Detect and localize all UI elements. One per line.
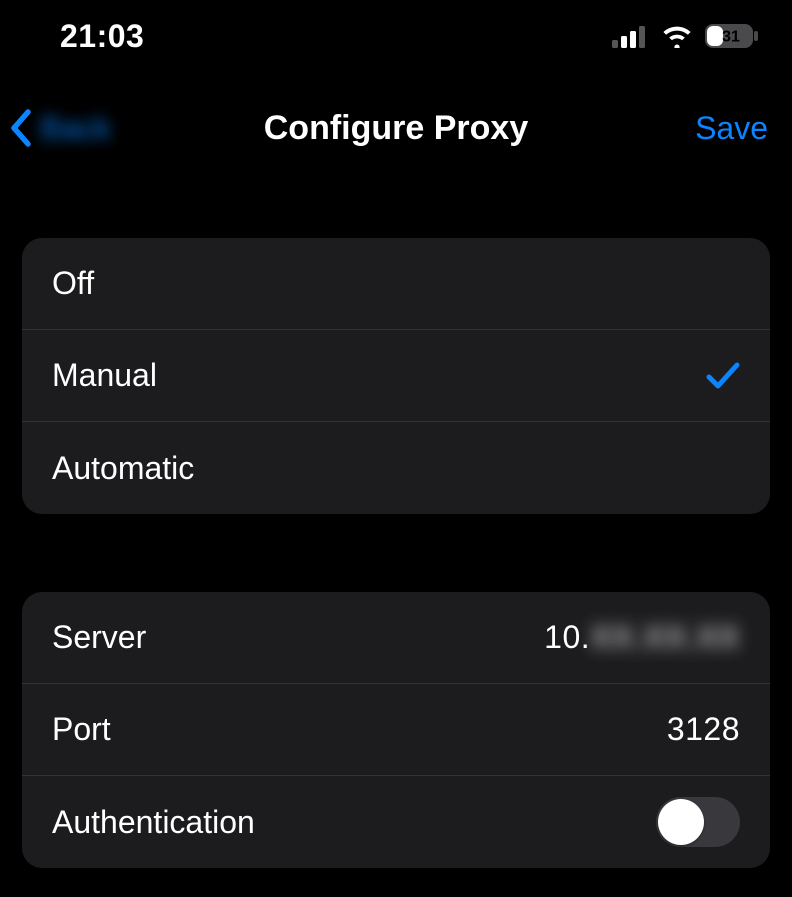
proxy-mode-label: Manual: [52, 357, 157, 394]
cellular-icon: [612, 24, 650, 48]
proxy-mode-label: Automatic: [52, 450, 194, 487]
status-right: 31: [612, 23, 760, 49]
port-row[interactable]: Port 3128: [22, 684, 770, 776]
wifi-icon: [660, 24, 694, 48]
back-label: Back: [40, 110, 111, 147]
proxy-mode-automatic[interactable]: Automatic: [22, 422, 770, 514]
proxy-mode-label: Off: [52, 265, 94, 302]
battery-icon: 31: [704, 23, 760, 49]
server-value: 10.XX.XX.XX: [544, 619, 740, 656]
authentication-toggle[interactable]: [656, 797, 740, 847]
authentication-label: Authentication: [52, 804, 255, 841]
port-value: 3128: [667, 711, 740, 748]
proxy-mode-off[interactable]: Off: [22, 238, 770, 330]
proxy-mode-group: Off Manual Automatic: [22, 238, 770, 514]
status-time: 21:03: [60, 18, 144, 55]
checkmark-icon: [704, 361, 740, 391]
nav-bar: Back Configure Proxy Save: [0, 72, 792, 178]
back-button[interactable]: Back: [8, 108, 111, 148]
status-bar: 21:03 31: [0, 0, 792, 72]
authentication-row: Authentication: [22, 776, 770, 868]
port-label: Port: [52, 711, 111, 748]
page-title: Configure Proxy: [0, 109, 792, 148]
save-button[interactable]: Save: [695, 110, 768, 147]
content: Off Manual Automatic Server 10.XX.XX.XX …: [0, 238, 792, 868]
chevron-left-icon: [8, 108, 34, 148]
toggle-knob: [658, 799, 704, 845]
svg-text:31: 31: [722, 29, 740, 46]
proxy-mode-manual[interactable]: Manual: [22, 330, 770, 422]
server-row[interactable]: Server 10.XX.XX.XX: [22, 592, 770, 684]
proxy-settings-group: Server 10.XX.XX.XX Port 3128 Authenticat…: [22, 592, 770, 868]
server-label: Server: [52, 619, 146, 656]
